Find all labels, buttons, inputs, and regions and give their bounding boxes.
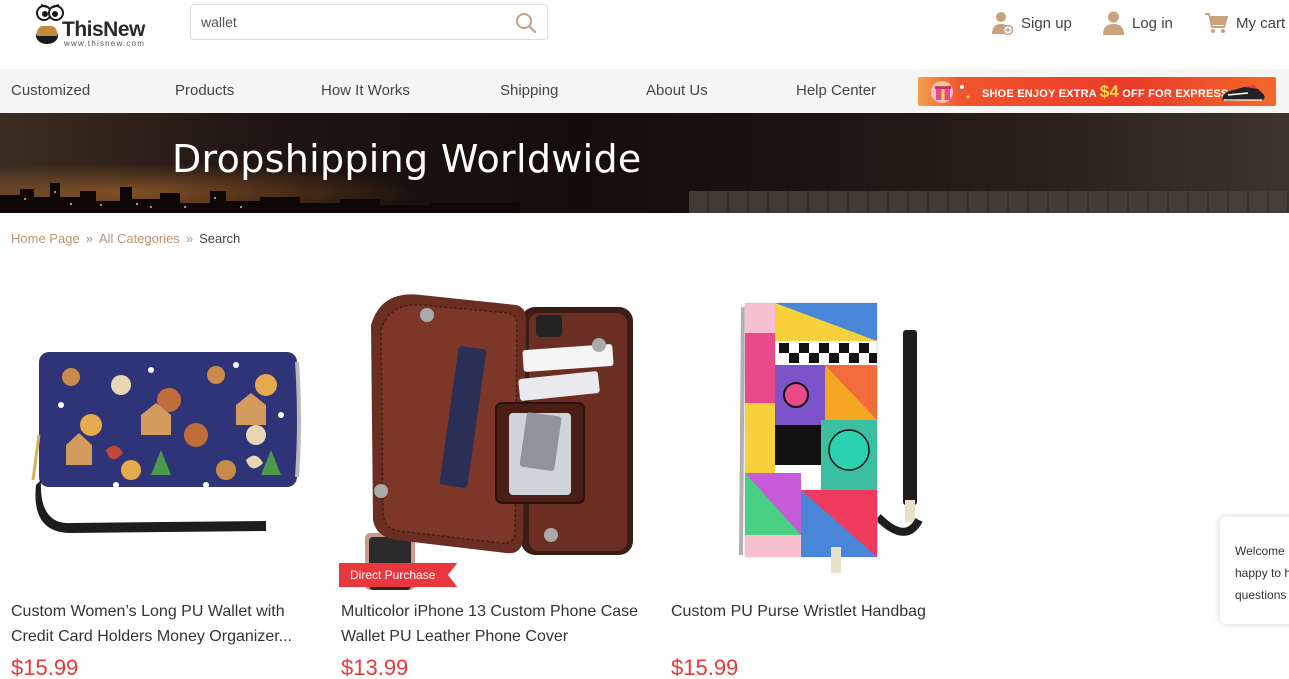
product-image[interactable]	[671, 285, 981, 590]
breadcrumb-separator: »	[185, 231, 194, 246]
chat-widget[interactable]: Welcome happy to h questions	[1220, 517, 1289, 624]
product-card[interactable]: Custom Women’s Long PU Wallet with Credi…	[11, 285, 321, 679]
banner-deck	[689, 191, 1289, 213]
breadcrumb-current: Search	[199, 231, 241, 246]
hero-banner: Dropshipping Worldwide	[0, 113, 1289, 213]
product-title[interactable]: Multicolor iPhone 13 Custom Phone Case W…	[341, 599, 646, 649]
chat-line-2: happy to h	[1235, 566, 1289, 580]
product-card[interactable]: Direct Purchase Multicolor iPhone 13 Cus…	[339, 285, 651, 679]
search-icon[interactable]	[515, 12, 537, 34]
product-image-phone-case	[365, 294, 633, 590]
chat-line-1: Welcome	[1235, 544, 1285, 558]
product-card[interactable]: Custom PU Purse Wristlet Handbag $15.99	[671, 285, 981, 679]
product-image[interactable]: Direct Purchase	[339, 285, 651, 590]
nav-item-how-it-works[interactable]: How It Works	[321, 69, 410, 113]
direct-purchase-badge: Direct Purchase	[339, 563, 458, 587]
chat-line-3: questions	[1235, 588, 1287, 602]
my-cart-link[interactable]: My cart	[1204, 10, 1285, 36]
product-title[interactable]: Custom PU Purse Wristlet Handbag	[671, 599, 976, 624]
product-title-line1: Multicolor iPhone 13 Custom Phone Case	[341, 603, 639, 620]
product-price: $13.99	[341, 655, 409, 679]
breadcrumb-separator: »	[85, 231, 93, 246]
cart-icon	[1205, 13, 1228, 33]
promo-amount: $4	[1099, 82, 1120, 101]
product-image-wristlet	[739, 302, 923, 573]
product-title-line2: Wallet PU Leather Phone Cover	[341, 628, 569, 645]
promo-banner[interactable]: SHOE ENJOY EXTRA $4 OFF FOR EXPRESS	[918, 77, 1276, 106]
gift-icon	[931, 81, 970, 103]
user-plus-icon	[992, 12, 1013, 35]
product-price: $15.99	[671, 655, 739, 679]
product-title-line1: Custom PU Purse Wristlet Handbag	[671, 603, 926, 620]
sign-up-label: Sign up	[1021, 14, 1072, 32]
my-cart-label: My cart	[1236, 14, 1286, 32]
logo-url-text: www.thisnew.com	[64, 39, 146, 48]
nav-item-products[interactable]: Products	[175, 69, 234, 113]
product-title-line2: Credit Card Holders Money Organizer...	[11, 628, 292, 645]
shoe-icon	[1222, 85, 1265, 101]
breadcrumb-home[interactable]: Home Page	[11, 231, 80, 246]
product-image[interactable]	[11, 285, 321, 590]
nav-item-about-us[interactable]: About Us	[646, 69, 708, 113]
nav-item-customized[interactable]: Customized	[11, 69, 90, 113]
sign-up-link[interactable]: Sign up	[992, 10, 1072, 36]
log-in-link[interactable]: Log in	[1103, 10, 1173, 36]
log-in-label: Log in	[1132, 14, 1173, 32]
search-input[interactable]	[201, 5, 501, 39]
product-title-line1: Custom Women’s Long PU Wallet with	[11, 603, 285, 620]
nav-item-help-center[interactable]: Help Center	[796, 69, 876, 113]
product-price: $15.99	[11, 655, 79, 679]
banner-title: Dropshipping Worldwide	[172, 137, 642, 181]
promo-text: SHOE ENJOY EXTRA $4 OFF FOR EXPRESS	[982, 77, 1229, 106]
main-nav: Customized Products How It Works Shippin…	[0, 69, 1289, 113]
product-title[interactable]: Custom Women’s Long PU Wallet with Credi…	[11, 599, 316, 649]
user-icon	[1103, 11, 1124, 35]
breadcrumb: Home Page » All Categories » Search	[11, 231, 240, 246]
site-header: ThisNew www.thisnew.com Sign up Log in	[0, 0, 1289, 69]
breadcrumb-categories[interactable]: All Categories	[99, 231, 180, 246]
site-logo[interactable]: ThisNew www.thisnew.com	[32, 2, 162, 48]
product-image-wallet	[31, 352, 301, 533]
search-box	[190, 4, 548, 40]
nav-item-shipping[interactable]: Shipping	[500, 69, 558, 113]
promo-text-after: OFF FOR EXPRESS	[1119, 88, 1229, 100]
promo-text-before: SHOE ENJOY EXTRA	[982, 88, 1100, 100]
